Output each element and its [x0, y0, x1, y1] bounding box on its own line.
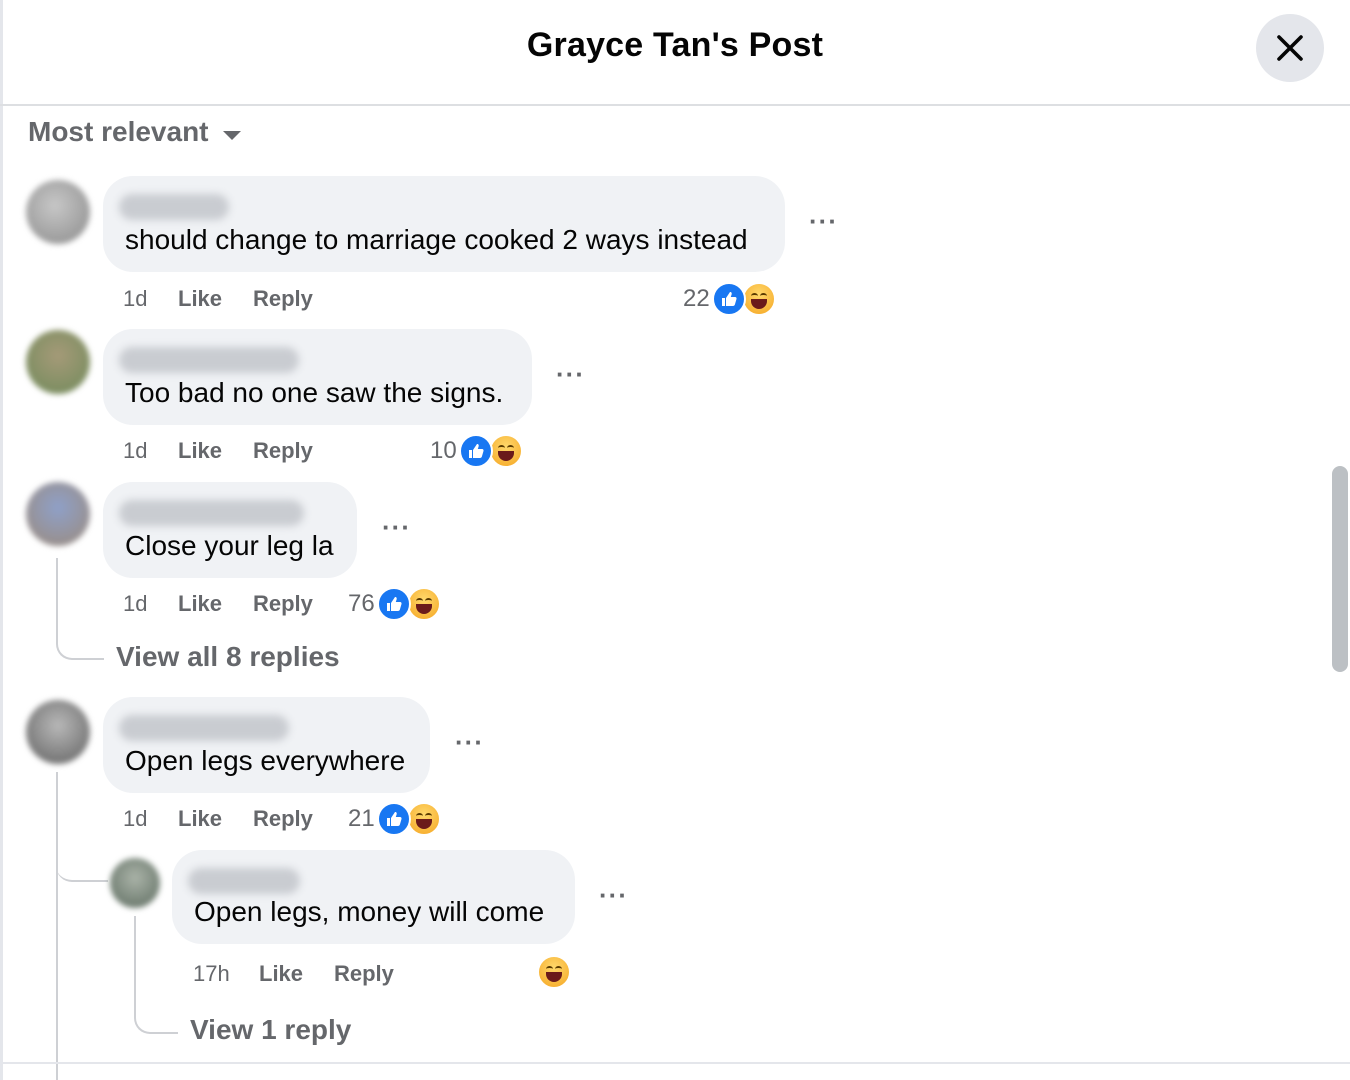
comment-text: Open legs everywhere — [125, 745, 406, 776]
sort-dropdown[interactable]: Most relevant — [28, 116, 241, 148]
more-options-button[interactable]: ··· — [556, 359, 585, 390]
like-button[interactable]: Like — [178, 286, 222, 312]
comment-bubble: Close your leg la — [103, 482, 357, 578]
comment-text: Too bad no one saw the signs. — [125, 377, 504, 408]
comment-text: Close your leg la — [125, 530, 334, 561]
reply-actions: 17h Like Reply — [193, 961, 413, 989]
like-button[interactable]: Like — [178, 591, 222, 617]
like-reaction-icon — [376, 587, 411, 621]
commenter-name[interactable] — [119, 715, 289, 741]
reaction-summary[interactable]: 76 — [348, 587, 441, 621]
reaction-summary[interactable]: 21 — [348, 802, 441, 836]
comment-actions: 1d Like Reply — [123, 806, 323, 834]
haha-reaction-icon — [537, 955, 571, 989]
commenter-name[interactable] — [188, 868, 300, 894]
avatar[interactable] — [26, 330, 90, 394]
close-button[interactable] — [1256, 14, 1324, 82]
reply-button[interactable]: Reply — [253, 438, 313, 464]
reaction-summary[interactable] — [537, 955, 571, 989]
reply-button[interactable]: Reply — [253, 806, 313, 832]
reaction-summary[interactable]: 22 — [683, 282, 776, 316]
reaction-count: 76 — [348, 590, 375, 617]
reply-text: Open legs, money will come — [194, 896, 545, 927]
like-button[interactable]: Like — [259, 961, 303, 987]
like-button[interactable]: Like — [178, 438, 222, 464]
comment-bubble: Open legs everywhere — [103, 697, 430, 793]
divider — [0, 1062, 1350, 1064]
reply-button[interactable]: Reply — [253, 286, 313, 312]
thread-connector — [56, 772, 108, 882]
comment-actions: 1d Like Reply — [123, 591, 323, 619]
more-options-button[interactable]: ··· — [455, 727, 484, 758]
commenter-name[interactable] — [119, 194, 229, 220]
like-reaction-icon — [458, 434, 493, 468]
like-button[interactable]: Like — [178, 806, 222, 832]
comment-actions: 1d Like Reply — [123, 286, 323, 314]
thread-connector — [56, 558, 104, 660]
commenter-name[interactable] — [119, 500, 304, 526]
more-options-button[interactable]: ··· — [809, 206, 838, 237]
avatar[interactable] — [26, 700, 90, 764]
avatar[interactable] — [26, 482, 90, 546]
dialog-header: Grayce Tan's Post — [0, 0, 1350, 106]
sort-label: Most relevant — [28, 116, 209, 147]
reply-time[interactable]: 17h — [193, 961, 230, 987]
comment-time[interactable]: 1d — [123, 591, 147, 617]
thread-connector — [134, 916, 178, 1034]
like-reaction-icon — [711, 282, 746, 316]
avatar[interactable] — [110, 858, 160, 908]
comment-time[interactable]: 1d — [123, 286, 147, 312]
view-replies-link[interactable]: View 1 reply — [190, 1014, 351, 1046]
comment-bubble: Too bad no one saw the signs. — [103, 329, 532, 425]
comment-time[interactable]: 1d — [123, 806, 147, 832]
haha-reaction-icon — [741, 282, 776, 316]
reply-button[interactable]: Reply — [334, 961, 394, 987]
reaction-summary[interactable]: 10 — [430, 434, 523, 468]
reply-button[interactable]: Reply — [253, 591, 313, 617]
caret-down-icon — [222, 130, 241, 140]
comment-actions: 1d Like Reply — [123, 438, 323, 466]
haha-reaction-icon — [406, 802, 441, 836]
reaction-count: 21 — [348, 805, 375, 832]
haha-reaction-icon — [406, 587, 441, 621]
commenter-name[interactable] — [119, 347, 299, 373]
more-options-button[interactable]: ··· — [599, 880, 628, 911]
haha-reaction-icon — [488, 434, 523, 468]
comment-bubble: should change to marriage cooked 2 ways … — [103, 176, 785, 272]
reply-bubble: Open legs, money will come — [172, 850, 575, 944]
reaction-count: 22 — [683, 285, 710, 312]
avatar[interactable] — [26, 180, 90, 244]
comment-time[interactable]: 1d — [123, 438, 147, 464]
view-replies-link[interactable]: View all 8 replies — [116, 641, 340, 673]
more-options-button[interactable]: ··· — [382, 512, 411, 543]
close-icon — [1277, 35, 1303, 61]
like-reaction-icon — [376, 802, 411, 836]
comment-text: should change to marriage cooked 2 ways … — [125, 224, 748, 255]
scrollbar-thumb[interactable] — [1332, 466, 1348, 672]
reaction-count: 10 — [430, 437, 457, 464]
page-title: Grayce Tan's Post — [526, 26, 824, 64]
